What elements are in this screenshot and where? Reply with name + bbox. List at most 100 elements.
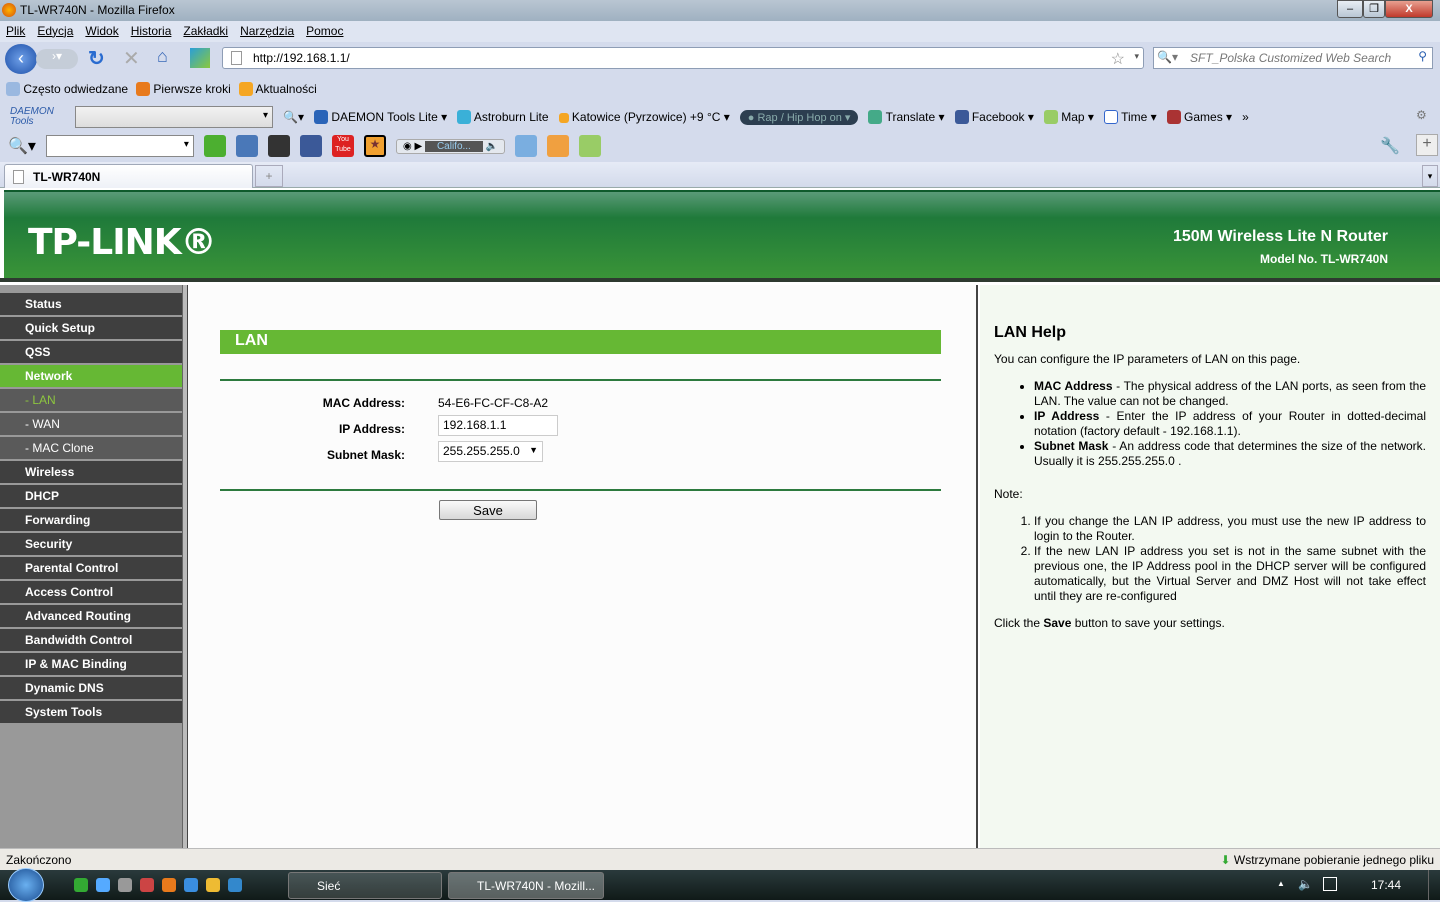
maximize-button[interactable]: ❐ (1363, 0, 1385, 18)
daemon-combo[interactable] (75, 106, 273, 128)
menu-edycja[interactable]: Edycja (37, 24, 73, 39)
title-bar: TL-WR740N - Mozilla Firefox – ❐ X (0, 0, 1440, 21)
download-status[interactable]: ⬇ Wstrzymane pobieranie jednego pliku (1220, 853, 1434, 867)
search-go-icon[interactable]: ⚲ (1418, 49, 1427, 63)
bookmark-czesto-odwiedzane[interactable]: Często odwiedzane (6, 82, 128, 97)
map-pin-icon[interactable] (579, 135, 602, 157)
sidebar-item-parental-control[interactable]: Parental Control (0, 557, 182, 579)
sidebar-item-status[interactable]: Status (0, 293, 182, 315)
winamp-icon[interactable] (206, 878, 220, 892)
search-globe-icon[interactable]: 🔍▾ (283, 110, 304, 124)
new-tab-button[interactable]: + (255, 165, 283, 187)
sidebar-item-forwarding[interactable]: Forwarding (0, 509, 182, 531)
addon-icon[interactable] (190, 48, 210, 68)
sidebar-item-qss[interactable]: QSS (0, 341, 182, 363)
astroburn-button[interactable]: Astroburn Lite (457, 110, 549, 125)
close-button[interactable]: X (1385, 0, 1433, 18)
sidebar-item-bandwidth-control[interactable]: Bandwidth Control (0, 629, 182, 651)
home-icon[interactable]: ⌂ (157, 46, 168, 67)
add-toolbar-button[interactable]: + (1416, 134, 1438, 156)
sidebar-item-ip-mac-binding[interactable]: IP & MAC Binding (0, 653, 182, 675)
sidebar-item-security[interactable]: Security (0, 533, 182, 555)
tab-tl-wr740n[interactable]: TL-WR740N (4, 164, 253, 188)
translate-button[interactable]: Translate ▾ (868, 110, 945, 125)
bookmark-pierwsze-kroki[interactable]: Pierwsze kroki (136, 82, 231, 97)
tab-list-button[interactable]: ▾ (1422, 165, 1438, 187)
menu-plik[interactable]: Plik (6, 24, 25, 39)
volume-icon[interactable]: 🔈 (1298, 877, 1313, 891)
magnifier-icon[interactable]: 🔍▾ (8, 136, 36, 156)
media-icon[interactable] (235, 135, 258, 157)
sidebar-item-access-control[interactable]: Access Control (0, 581, 182, 603)
bookmark-aktualnosci[interactable]: Aktualności (238, 82, 317, 97)
start-button[interactable] (8, 868, 44, 902)
stop-icon[interactable]: ✕ (123, 46, 140, 71)
switch-windows-icon[interactable] (228, 878, 242, 892)
firefox-icon[interactable] (162, 878, 176, 892)
favorites-star-icon[interactable]: ★ (363, 135, 386, 157)
sidebar-item-lan[interactable]: - LAN (0, 389, 182, 411)
sidebar-item-wireless[interactable]: Wireless (0, 461, 182, 483)
daemon-toolbar: DAEMON Tools 🔍▾ DAEMON Tools Lite ▾ Astr… (0, 104, 1440, 130)
sidebar-item-mac-clone[interactable]: - MAC Clone (0, 437, 182, 459)
sync-icon[interactable] (140, 878, 154, 892)
messenger-icon[interactable] (267, 135, 290, 157)
go-arrow-icon[interactable] (203, 135, 226, 157)
reload-icon[interactable]: ↻ (88, 46, 105, 71)
ip-address-input[interactable]: 192.168.1.1 (438, 415, 558, 436)
menu-historia[interactable]: Historia (131, 24, 172, 39)
weather-button[interactable]: Katowice (Pyrzowice) +9 °C ▾ (558, 110, 730, 124)
show-desktop-button[interactable] (1428, 870, 1440, 900)
back-button[interactable]: ‹ (5, 44, 37, 74)
forward-button[interactable]: ›▾ (36, 49, 78, 69)
url-bar[interactable]: http://192.168.1.1/ ☆ ▾ (222, 47, 1144, 69)
utorrent-icon[interactable] (74, 878, 88, 892)
sidebar-item-dhcp[interactable]: DHCP (0, 485, 182, 507)
minimize-button[interactable]: – (1337, 0, 1363, 18)
menu-narzedzia[interactable]: Narzędzia (240, 24, 294, 39)
daemon-logo[interactable]: DAEMON Tools (10, 107, 65, 127)
ie-icon[interactable] (184, 878, 198, 892)
player-widget[interactable]: ◉ ▶ Califo... 🔈 (395, 138, 506, 154)
taskbar-item-firefox[interactable]: TL-WR740N - Mozill... (448, 872, 604, 899)
menu-pomoc[interactable]: Pomoc (306, 24, 343, 39)
taskbar-item-network[interactable]: Sieć (288, 872, 442, 899)
mail-icon[interactable] (515, 135, 538, 157)
sidebar-item-system-tools[interactable]: System Tools (0, 701, 182, 723)
radio-widget[interactable]: ● Rap / Hip Hop on ▾ (739, 109, 859, 125)
sidebar-item-advanced-routing[interactable]: Advanced Routing (0, 605, 182, 627)
calculator-icon[interactable] (547, 135, 570, 157)
sidebar-item-wan[interactable]: - WAN (0, 413, 182, 435)
save-button[interactable]: Save (439, 500, 537, 520)
firefox-icon (2, 3, 16, 17)
url-dropdown-icon[interactable]: ▾ (1134, 51, 1139, 62)
bookmark-star-icon[interactable]: ☆ (1111, 49, 1125, 69)
router-page: TP-LINK® 150M Wireless Lite N Router Mod… (0, 188, 1440, 848)
search-input[interactable]: 🔍▾ SFT_Polska Customized Web Search ⚲ (1153, 47, 1433, 69)
youtube-icon[interactable]: You Tube (331, 135, 354, 157)
model-number: Model No. TL-WR740N (1260, 252, 1388, 266)
toolbar-search-combo[interactable] (45, 135, 194, 157)
games-button[interactable]: Games ▾ (1166, 110, 1232, 125)
map-button[interactable]: Map ▾ (1043, 110, 1094, 125)
menu-widok[interactable]: Widok (85, 24, 118, 39)
sidebar-item-dynamic-dns[interactable]: Dynamic DNS (0, 677, 182, 699)
sidebar-item-network[interactable]: Network (0, 365, 182, 387)
facebook-button[interactable]: Facebook ▾ (954, 110, 1034, 125)
network-icon[interactable] (1323, 877, 1337, 891)
time-button[interactable]: Time ▾ (1103, 110, 1157, 125)
sidebar-item-quick-setup[interactable]: Quick Setup (0, 317, 182, 339)
settings-gear-icon[interactable]: ⚙ (1416, 108, 1427, 122)
wrench-icon[interactable]: 🔧 (1380, 136, 1400, 156)
menu-zakladki[interactable]: Zakładki (183, 24, 228, 39)
tray-expand-icon[interactable]: ▲ (1277, 879, 1285, 888)
search-engine-icon[interactable]: 🔍▾ (1157, 50, 1178, 64)
facebook-icon[interactable] (299, 135, 322, 157)
media-icon[interactable] (118, 878, 132, 892)
subnet-mask-select[interactable]: 255.255.255.0 ▼ (438, 441, 543, 462)
more-chevron[interactable]: » (1242, 110, 1249, 124)
daemon-tools-lite-button[interactable]: DAEMON Tools Lite ▾ (313, 110, 447, 125)
desktop-icon[interactable] (96, 878, 110, 892)
clock[interactable]: 17:44 (1371, 878, 1401, 892)
ip-address-label: IP Address: (338, 422, 405, 436)
